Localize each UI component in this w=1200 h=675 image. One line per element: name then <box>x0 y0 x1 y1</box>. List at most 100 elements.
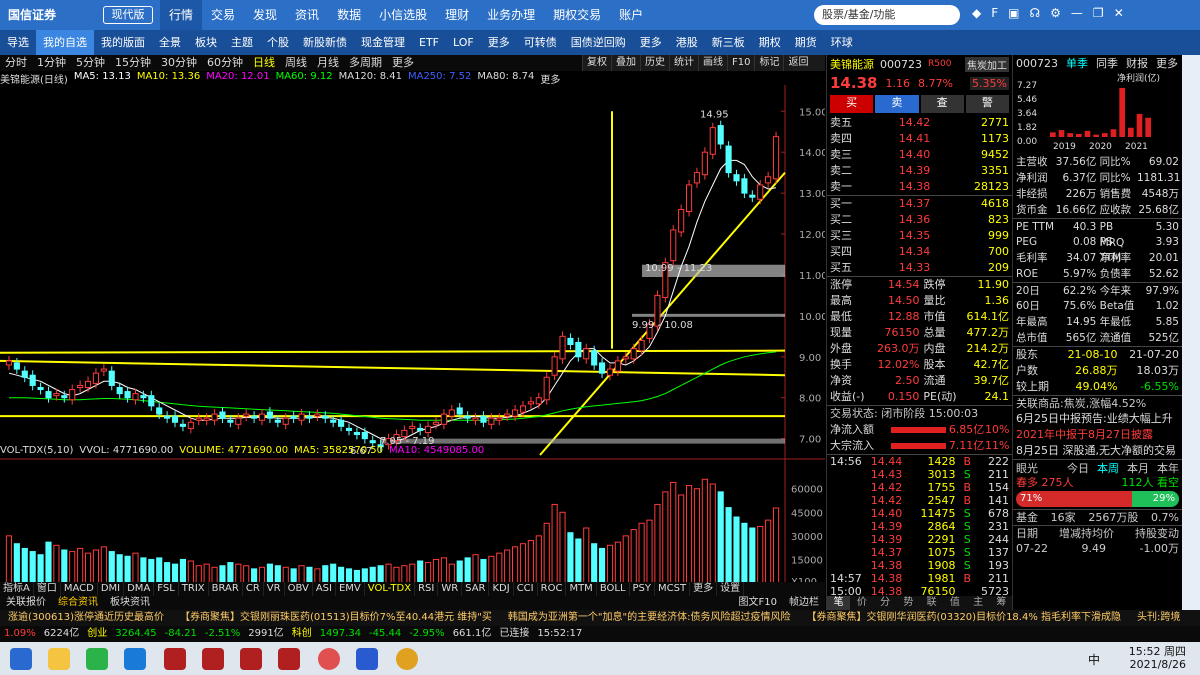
nav-convertible[interactable]: 可转债 <box>517 30 564 55</box>
ticker-item[interactable]: 【券商聚焦】交银刚丽珠医药(01513)目标价7%至40.44港元 维持"买 <box>172 610 500 626</box>
minimize-icon[interactable]: — <box>1071 6 1083 20</box>
quote-tab[interactable]: 主 <box>967 596 990 610</box>
sell-button[interactable]: 卖 <box>875 95 919 113</box>
book-row[interactable]: 卖五 14.42 2771 <box>827 115 1012 131</box>
indicator-tab[interactable]: FSL <box>154 582 179 596</box>
indicator-tab[interactable]: PSY <box>630 582 656 596</box>
tool-stats[interactable]: 统计 <box>669 55 698 71</box>
period-60m[interactable]: 60分钟 <box>202 55 248 71</box>
indicator-tab[interactable]: DMA <box>124 582 155 596</box>
ticker-item[interactable]: 【券商聚焦】交银刚华润医药(03320)目标价18.4% 指毛利率下滑成隐 <box>798 610 1129 626</box>
indicator-tab[interactable]: DMI <box>98 582 125 596</box>
indicator-tab[interactable]: VOL-TDX <box>365 582 416 596</box>
menu-trade[interactable]: 交易 <box>202 0 244 30</box>
period-1m[interactable]: 1分钟 <box>32 55 71 71</box>
vote-year[interactable]: 本年 <box>1157 460 1179 476</box>
fin-tab-quarter[interactable]: 单季 <box>1066 55 1088 71</box>
fin-tab-yoy[interactable]: 同季 <box>1096 55 1118 71</box>
nav-my-layout[interactable]: 我的版面 <box>94 30 152 55</box>
nav-futures[interactable]: 期货 <box>788 30 824 55</box>
indicator-tab[interactable]: ASI <box>313 582 336 596</box>
indicator-tab[interactable]: BOLL <box>597 582 630 596</box>
book-row[interactable]: 买三 14.35 999 <box>827 228 1012 244</box>
news-item[interactable]: 2021年中报于8月27日披露 <box>1013 427 1182 443</box>
menu-news[interactable]: 资讯 <box>286 0 328 30</box>
quote-tab[interactable]: 筹 <box>990 596 1013 610</box>
book-row[interactable]: 买二 14.36 823 <box>827 212 1012 228</box>
indicator-tab[interactable]: MTM <box>566 582 597 596</box>
book-row[interactable]: 买五 14.33 209 <box>827 260 1012 276</box>
nav-neeq[interactable]: 新三板 <box>705 30 752 55</box>
subtab-sector-news[interactable]: 板块资讯 <box>104 596 156 610</box>
indicator-tab[interactable]: 窗口 <box>34 582 61 596</box>
f-icon[interactable]: F <box>991 6 998 20</box>
fin-tab-more[interactable]: 更多 <box>1156 55 1178 71</box>
nav-hk[interactable]: 港股 <box>669 30 705 55</box>
tool-back[interactable]: 返回 <box>783 55 812 71</box>
period-weekly[interactable]: 周线 <box>280 55 312 71</box>
nav-repo[interactable]: 国债逆回购 <box>564 30 633 55</box>
chrome-icon[interactable] <box>396 648 418 670</box>
book-row[interactable]: 卖三 14.40 9452 <box>827 147 1012 163</box>
kline-chart[interactable]: 15.00 14.00 13.00 12.00 11.00 10.00 9.00 8.00 7.… <box>0 71 825 610</box>
subtab-f10[interactable]: 图文F10 <box>733 596 783 610</box>
nav-more-2[interactable]: 更多 <box>633 30 669 55</box>
tool-overlay[interactable]: 叠加 <box>611 55 640 71</box>
vote-today[interactable]: 今日 <box>1067 460 1089 476</box>
query-button[interactable]: 查 <box>920 95 964 113</box>
menu-discover[interactable]: 发现 <box>244 0 286 30</box>
quote-tab[interactable]: 价 <box>850 596 873 610</box>
tool-f10[interactable]: F10 <box>727 55 754 71</box>
pin-icon[interactable]: ◆ <box>972 6 981 20</box>
menu-stock-picker[interactable]: 小信选股 <box>370 0 436 30</box>
period-monthly[interactable]: 月线 <box>312 55 344 71</box>
folder-icon[interactable] <box>48 648 70 670</box>
alert-button[interactable]: 警 <box>965 95 1009 113</box>
maximize-icon[interactable]: ❐ <box>1093 6 1104 20</box>
menu-quotes[interactable]: 行情 <box>160 0 203 30</box>
side-toolbar[interactable] <box>1182 55 1200 610</box>
quote-tab[interactable]: 笔 <box>827 596 851 610</box>
version-dropdown[interactable]: 现代版 <box>103 6 153 24</box>
indicator-tab[interactable]: EMV <box>336 582 365 596</box>
quote-tab[interactable]: 值 <box>943 596 966 610</box>
message-icon[interactable]: ▣ <box>1008 6 1019 20</box>
quote-tab[interactable]: 势 <box>897 596 920 610</box>
sector-tag[interactable]: 焦炭加工 <box>965 56 1009 72</box>
indicator-tab[interactable]: MACD <box>61 582 98 596</box>
period-daily[interactable]: 日线 <box>248 55 280 71</box>
period-more[interactable]: 更多 <box>387 55 419 71</box>
ticker-item[interactable]: 头刊:跨境 <box>1129 610 1188 626</box>
nav-watchlist[interactable]: 我的自选 <box>36 30 94 55</box>
indicator-tab[interactable]: OBV <box>285 582 313 596</box>
nav-panorama[interactable]: 全景 <box>152 30 188 55</box>
bear-bar[interactable]: 29% <box>1131 491 1179 507</box>
nav-ipo[interactable]: 新股新债 <box>296 30 354 55</box>
ime-indicator[interactable]: 中 <box>1088 651 1100 668</box>
book-row[interactable]: 买四 14.34 700 <box>827 244 1012 260</box>
word-icon[interactable] <box>356 648 378 670</box>
indicator-tab[interactable]: BRAR <box>209 582 243 596</box>
book-row[interactable]: 卖一 14.38 28123 <box>827 179 1012 195</box>
menu-wealth[interactable]: 理财 <box>436 0 478 30</box>
nav-stocks[interactable]: 个股 <box>260 30 296 55</box>
news-item[interactable]: 6月25日中报预告:业绩大幅上升 <box>1013 411 1182 427</box>
app-icon-2[interactable] <box>202 648 224 670</box>
indicator-tab[interactable]: 指标A <box>0 582 34 596</box>
ticker-item[interactable]: 韩国成为亚洲第一个"加息"的主要经济体:债务风险超过疫情风险 <box>500 610 799 626</box>
menu-options[interactable]: 期权交易 <box>544 0 610 30</box>
quote-tab[interactable]: 联 <box>920 596 943 610</box>
search-input[interactable]: 股票/基金/功能 <box>814 5 960 25</box>
nav-option[interactable]: 期权 <box>752 30 788 55</box>
indicator-tab[interactable]: CCI <box>514 582 538 596</box>
indicator-tab[interactable]: VR <box>264 582 285 596</box>
menu-business[interactable]: 业务办理 <box>478 0 544 30</box>
indicator-tab[interactable]: KDJ <box>489 582 514 596</box>
subtab-news[interactable]: 综合资讯 <box>52 596 104 610</box>
close-icon[interactable]: ✕ <box>1114 6 1124 20</box>
indicator-tab[interactable]: WR <box>438 582 463 596</box>
vote-month[interactable]: 本月 <box>1127 460 1149 476</box>
nav-themes[interactable]: 主题 <box>224 30 260 55</box>
app-icon-1[interactable] <box>164 648 186 670</box>
nav-global[interactable]: 环球 <box>824 30 860 55</box>
